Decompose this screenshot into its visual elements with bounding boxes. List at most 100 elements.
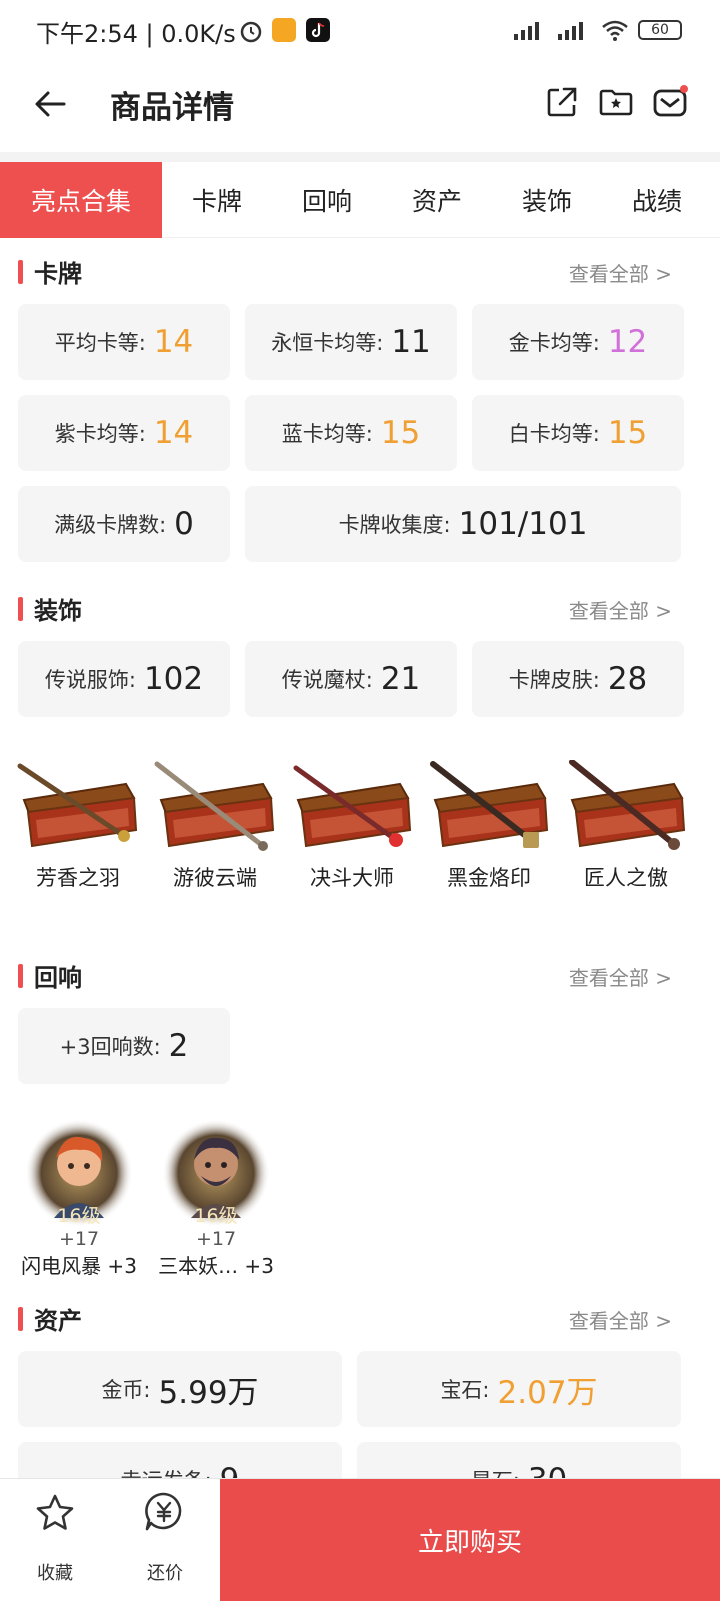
stat-value: 15 [380, 415, 421, 451]
stat-label: 蓝卡均等: [281, 422, 373, 446]
status-time: 下午2:54 | 0.0K/s [36, 20, 236, 48]
stat-box: 紫卡均等: 14 [18, 395, 230, 471]
tab-echo[interactable]: 回响 [272, 162, 382, 238]
stat-box: 金卡均等: 12 [472, 304, 684, 380]
wifi-icon [602, 20, 628, 41]
section-accent-bar [18, 260, 23, 284]
share-icon[interactable] [544, 84, 580, 120]
echo-name: 闪电风暴 +3 [21, 1254, 137, 1278]
bargain-button[interactable]: 还价 [110, 1479, 220, 1601]
tab-cards[interactable]: 卡牌 [162, 162, 272, 238]
stat-label: 紫卡均等: [54, 422, 146, 446]
wand-item[interactable]: 决斗大师 [290, 760, 414, 892]
stat-box: 宝石: 2.07万 [357, 1351, 681, 1427]
wand-name: 游彼云端 [173, 866, 257, 890]
folder-star-icon[interactable] [598, 84, 634, 120]
section-title: 资产 [34, 1307, 82, 1335]
tab-records[interactable]: 战绩 [602, 162, 712, 238]
stat-value: 28 [607, 661, 648, 697]
tab-assets[interactable]: 资产 [382, 162, 492, 238]
stat-box-wide: 卡牌收集度: 101/101 [245, 486, 681, 562]
stat-label: 卡牌收集度: [338, 513, 451, 537]
stat-label: 传说魔杖: [281, 668, 373, 692]
header-divider [0, 152, 720, 162]
stat-label: 平均卡等: [54, 331, 146, 355]
section-header-cards: 卡牌 查看全部 > [18, 252, 686, 292]
echo-name: 三本妖… +3 [158, 1254, 274, 1278]
section-header-decor: 装饰 查看全部 > [18, 589, 686, 629]
stat-label: 金卡均等: [508, 331, 600, 355]
tab-bar: 亮点合集 卡牌 回响 资产 装饰 战绩 [0, 162, 720, 238]
wand-box-icon [154, 761, 275, 851]
app-notification-icon [272, 18, 296, 42]
section-header-assets: 资产 查看全部 > [18, 1299, 686, 1339]
favorite-button[interactable]: 收藏 [0, 1479, 110, 1601]
echo-card[interactable]: 16级 +17 闪电风暴 +3 [16, 1118, 142, 1279]
stat-label: +3回响数: [59, 1035, 161, 1059]
message-icon[interactable] [652, 84, 688, 120]
stat-box: 白卡均等: 15 [472, 395, 684, 471]
bottom-action-bar: 收藏 还价 立即购买 [0, 1478, 720, 1601]
stat-label: 卡牌皮肤: [508, 668, 600, 692]
wand-item[interactable]: 黑金烙印 [427, 760, 551, 892]
tab-highlights[interactable]: 亮点合集 [0, 162, 162, 238]
favorite-label: 收藏 [37, 1563, 73, 1584]
stat-value: 2 [168, 1028, 189, 1064]
avatar: 16级 [24, 1118, 134, 1228]
stat-label: 传说服饰: [44, 668, 136, 692]
avatar: 16级 [161, 1118, 271, 1228]
section-title: 回响 [34, 964, 82, 992]
stat-value: 2.07万 [497, 1374, 598, 1411]
stat-label: 宝石: [440, 1378, 490, 1402]
stat-box: +3回响数: 2 [18, 1008, 230, 1084]
stat-box: 蓝卡均等: 15 [245, 395, 457, 471]
battery-indicator: 60 [638, 20, 682, 40]
section-accent-bar [18, 597, 23, 621]
wand-item[interactable]: 游彼云端 [153, 760, 277, 892]
back-arrow-icon[interactable] [30, 84, 70, 124]
section-accent-bar [18, 1307, 23, 1331]
tiktok-icon [306, 18, 330, 42]
stat-box: 满级卡牌数: 0 [18, 486, 230, 562]
stat-box: 永恒卡均等: 11 [245, 304, 457, 380]
buy-now-button[interactable]: 立即购买 [220, 1479, 720, 1601]
view-all-link[interactable]: 查看全部 > [569, 258, 672, 287]
view-all-link[interactable]: 查看全部 > [569, 595, 672, 624]
stat-box: 金币: 5.99万 [18, 1351, 342, 1427]
stat-box: 传说魔杖: 21 [245, 641, 457, 717]
stat-value: 5.99万 [158, 1374, 259, 1411]
wand-item[interactable]: 匠人之傲 [564, 760, 688, 892]
signal-icon-2 [558, 22, 583, 40]
stat-value: 15 [607, 415, 648, 451]
wand-name: 黑金烙印 [447, 866, 531, 890]
wand-box-icon [569, 760, 686, 850]
section-title: 装饰 [34, 597, 82, 625]
page-title: 商品详情 [110, 90, 234, 126]
star-icon [36, 1494, 74, 1530]
wand-item[interactable]: 芳香之羽 [16, 760, 140, 892]
tab-decor[interactable]: 装饰 [492, 162, 602, 238]
stat-box: 卡牌皮肤: 28 [472, 641, 684, 717]
bargain-label: 还价 [147, 1563, 183, 1584]
level-label: 16级 [57, 1205, 101, 1227]
stat-box: 传说服饰: 102 [18, 641, 230, 717]
wand-box-icon [430, 761, 549, 848]
stat-value: 102 [143, 661, 204, 697]
wand-box-icon [293, 765, 412, 848]
wand-name: 决斗大师 [310, 866, 394, 890]
alarm-icon [240, 21, 262, 43]
stat-box: 平均卡等: 14 [18, 304, 230, 380]
wand-name: 匠人之傲 [584, 866, 668, 890]
view-all-link[interactable]: 查看全部 > [569, 962, 672, 991]
view-all-link[interactable]: 查看全部 > [569, 1305, 672, 1334]
stat-label: 满级卡牌数: [54, 513, 167, 537]
stat-label: 金币: [101, 1378, 151, 1402]
top-app-bar: 商品详情 [0, 64, 720, 152]
stat-value: 21 [380, 661, 421, 697]
echo-card[interactable]: 16级 +17 三本妖… +3 [153, 1118, 279, 1279]
stat-value: 0 [174, 506, 194, 542]
stat-label: 白卡均等: [508, 422, 600, 446]
stat-value: 101/101 [458, 506, 588, 542]
stat-label: 永恒卡均等: [271, 331, 384, 355]
section-header-echo: 回响 查看全部 > [18, 956, 686, 996]
